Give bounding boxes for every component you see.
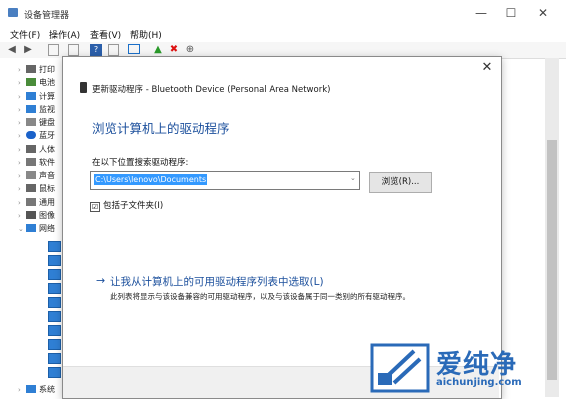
network-adapter-icon[interactable] xyxy=(48,311,61,322)
menu-file[interactable]: 文件(F) xyxy=(10,28,40,41)
tree-item-usb[interactable]: › 通用 xyxy=(18,197,64,209)
network-adapter-icon[interactable] xyxy=(48,339,61,350)
camera-icon xyxy=(26,211,36,219)
tree-item-battery[interactable]: › 电池 xyxy=(18,77,64,89)
menu-bar: 文件(F) 操作(A) 查看(V) 帮助(H) xyxy=(0,26,566,42)
network-adapter-icon[interactable] xyxy=(48,353,61,364)
include-subfolders-checkbox[interactable]: ☑ 包括子文件夹(I) xyxy=(90,199,163,212)
tree-item-printers[interactable]: › 打印 xyxy=(18,64,64,76)
network-adapter-icon[interactable] xyxy=(48,367,61,378)
back-icon[interactable]: ◀ xyxy=(6,44,18,56)
system-icon xyxy=(26,385,36,393)
tree-item-software[interactable]: › 软件 xyxy=(18,157,64,169)
bluetooth-icon xyxy=(26,131,36,139)
mouse-icon xyxy=(26,184,36,192)
watermark-logo-icon xyxy=(370,343,430,393)
tree-item-hid[interactable]: › 人体 xyxy=(18,144,64,156)
tree-item-monitor[interactable]: › 监视 xyxy=(18,104,64,116)
include-subfolders-label: 包括子文件夹(I) xyxy=(103,201,164,211)
forward-icon[interactable]: ▶ xyxy=(22,44,34,56)
download-icon[interactable]: ⊕ xyxy=(184,44,196,56)
network-adapter-icon[interactable] xyxy=(48,297,61,308)
scrollbar-thumb[interactable] xyxy=(547,140,557,380)
software-icon xyxy=(26,158,36,166)
chevron-down-icon[interactable]: ⌄ xyxy=(350,174,358,182)
printer-icon xyxy=(26,65,36,73)
network-adapter-icon[interactable] xyxy=(48,283,61,294)
network-icon xyxy=(26,224,36,232)
browse-button[interactable]: 浏览(R)... xyxy=(369,172,432,193)
dialog-header: 更新驱动程序 - Bluetooth Device (Personal Area… xyxy=(92,85,331,95)
computer-icon xyxy=(26,92,36,100)
hid-icon xyxy=(26,145,36,153)
update-driver-icon[interactable]: ▲ xyxy=(152,44,164,56)
minimize-button[interactable]: — xyxy=(466,4,496,22)
pick-from-list-description: 此列表将显示与该设备兼容的可用驱动程序，以及与该设备属于同一类别的所有驱动程序。 xyxy=(110,292,410,301)
tree-item-audio[interactable]: › 声音 xyxy=(18,170,64,182)
dialog-close-button[interactable]: ✕ xyxy=(478,60,496,76)
device-manager-icon xyxy=(8,8,18,17)
battery-icon xyxy=(26,78,36,86)
maximize-button[interactable]: ☐ xyxy=(496,4,526,22)
usb-icon xyxy=(26,198,36,206)
dialog-title: 浏览计算机上的驱动程序 xyxy=(92,121,230,136)
path-value[interactable]: C:\Users\lenovo\Documents xyxy=(94,174,208,185)
scan-hardware-icon[interactable] xyxy=(128,44,140,54)
audio-icon xyxy=(26,171,36,179)
device-tree: › 打印 › 电池 › 计算 › 监视 › 键盘 › 蓝牙 › 人体 › 软件 › 声音 › 鼠标 … xyxy=(0,58,64,397)
watermark-url: aichunjing.com xyxy=(436,377,522,388)
menu-view[interactable]: 查看(V) xyxy=(90,28,121,41)
monitor-icon xyxy=(26,105,36,113)
close-button[interactable]: ✕ xyxy=(528,4,558,22)
network-adapter-icon[interactable] xyxy=(48,255,61,266)
checkbox-icon[interactable]: ☑ xyxy=(90,202,100,212)
search-location-label: 在以下位置搜索驱动程序: xyxy=(92,158,189,168)
help-icon[interactable]: ? xyxy=(90,44,102,56)
pick-from-list-link[interactable]: 让我从计算机上的可用驱动程序列表中选取(L) xyxy=(110,274,324,289)
watermark-text: 爱纯净 xyxy=(436,350,518,380)
menu-action[interactable]: 操作(A) xyxy=(49,28,80,41)
network-adapter-icon[interactable] xyxy=(48,269,61,280)
tree-item-bluetooth[interactable]: › 蓝牙 xyxy=(18,130,64,142)
keyboard-icon xyxy=(26,118,36,126)
tree-item-computer[interactable]: › 计算 xyxy=(18,91,64,103)
tree-item-system[interactable]: › 系统 xyxy=(18,384,64,396)
uninstall-icon[interactable]: ✖ xyxy=(168,44,180,56)
menu-help[interactable]: 帮助(H) xyxy=(130,28,162,41)
tree-item-network[interactable]: ⌄ 网络 xyxy=(18,223,64,235)
properties-icon[interactable] xyxy=(68,44,79,56)
view-icon[interactable] xyxy=(108,44,119,56)
network-adapter-icon[interactable] xyxy=(48,325,61,336)
dialog-footer xyxy=(63,366,499,398)
tree-item-mouse[interactable]: › 鼠标 xyxy=(18,183,64,195)
device-list-icon[interactable] xyxy=(48,44,59,56)
arrow-right-icon: → xyxy=(96,274,106,287)
device-icon xyxy=(80,82,87,93)
network-adapter-icon[interactable] xyxy=(48,241,61,252)
window-title: 设备管理器 xyxy=(24,11,70,21)
tree-item-imaging[interactable]: › 图像 xyxy=(18,210,64,222)
tree-item-keyboard[interactable]: › 键盘 xyxy=(18,117,64,129)
title-bar: 设备管理器 — ☐ ✕ xyxy=(0,0,566,26)
